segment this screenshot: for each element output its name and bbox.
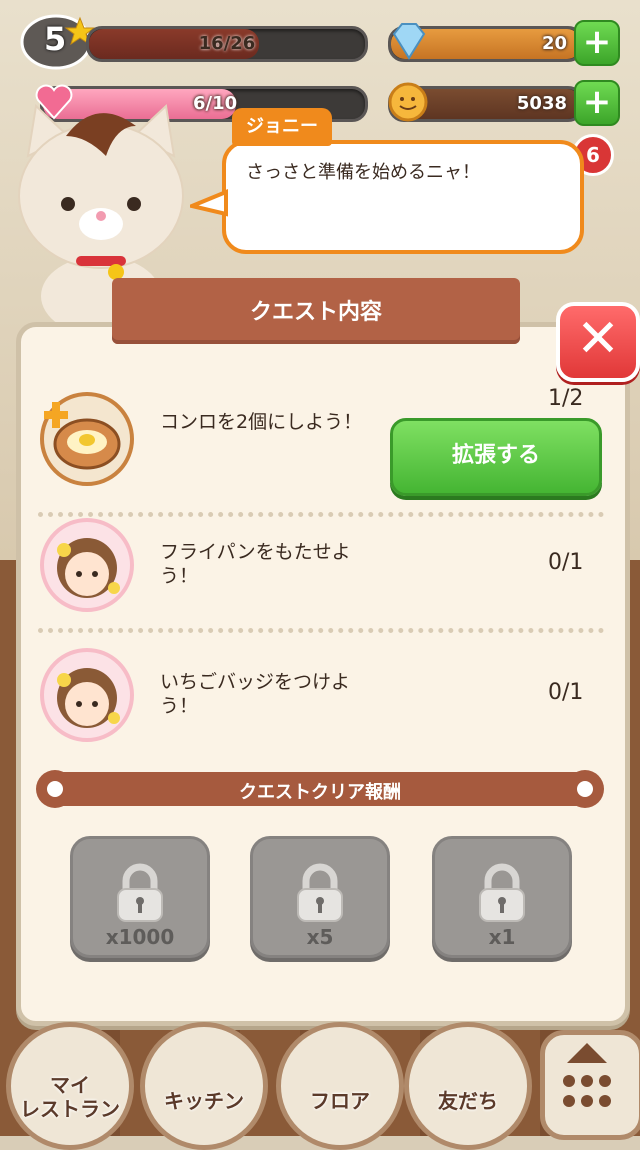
reward-ribbon: クエストクリア報酬 [40, 772, 600, 806]
quest-3-progress: 0/1 [548, 680, 584, 705]
speaker-name: ジョニー [232, 108, 332, 146]
panel-title-ribbon: クエスト内容 [112, 278, 520, 344]
reward-title: クエストクリア報酬 [239, 782, 401, 803]
lock-icon [297, 863, 343, 922]
lock-icon [479, 863, 525, 922]
exp-bar: 16/26 [86, 26, 368, 62]
nav-friends-label: 友だち [438, 1089, 498, 1113]
lock-icon [117, 863, 163, 922]
grid-menu-icon [563, 1043, 611, 1107]
reward-item: x1 [432, 836, 572, 958]
level-number: 5 [44, 20, 67, 58]
close-button[interactable]: ✕ [556, 302, 640, 382]
quest-divider [38, 512, 604, 517]
quest-2-progress: 0/1 [548, 550, 584, 575]
nav-my-restaurant[interactable]: マイ レストラン [6, 1022, 134, 1150]
coin-icon [386, 80, 430, 124]
close-icon: ✕ [576, 309, 620, 369]
coin-count: 5038 [516, 93, 567, 114]
quest-1-progress: 1/2 [548, 386, 584, 411]
add-diamonds-button[interactable]: + [574, 20, 620, 66]
menu-button[interactable] [540, 1030, 640, 1140]
add-coins-button[interactable]: + [574, 80, 620, 126]
expand-button[interactable]: 拡張する [390, 418, 602, 496]
reward-coins: x1000 [70, 836, 210, 958]
quest-1-text: コンロを2個にしよう！ [160, 411, 363, 433]
reward-diamonds-qty: x5 [306, 925, 334, 949]
level-badge: 5 [18, 8, 96, 72]
reward-diamonds: x5 [250, 836, 390, 958]
speech-bubble: さっさと準備を始めるニャ！ [222, 140, 584, 254]
nav-floor[interactable]: フロア [276, 1022, 404, 1150]
quest-2-text: フライパンをもたせよう！ [160, 541, 351, 587]
nav-my-restaurant-label: マイ レストラン [20, 1073, 120, 1121]
diamond-icon [386, 18, 432, 64]
quest-divider [38, 628, 604, 633]
nav-friends[interactable]: 友だち [404, 1022, 532, 1150]
girl-avatar-icon [40, 518, 134, 612]
diamond-count: 20 [541, 33, 567, 54]
speech-message: さっさと準備を始めるニャ！ [246, 162, 480, 183]
quest-3-text: いちごバッジをつけよう！ [160, 671, 351, 717]
nav-floor-label: フロア [310, 1089, 370, 1113]
girl-avatar-icon [40, 648, 134, 742]
stove-quest-icon [40, 392, 134, 486]
reward-coins-qty: x1000 [105, 925, 175, 949]
ribbon-end-right [566, 770, 604, 808]
reward-item-qty: x1 [488, 925, 516, 949]
exp-text: 16/26 [198, 33, 256, 54]
panel-title: クエスト内容 [249, 300, 382, 325]
nav-kitchen[interactable]: キッチン [140, 1022, 268, 1150]
speech-tail [185, 188, 230, 218]
ribbon-end-left [36, 770, 74, 808]
nav-kitchen-label: キッチン [164, 1089, 244, 1113]
